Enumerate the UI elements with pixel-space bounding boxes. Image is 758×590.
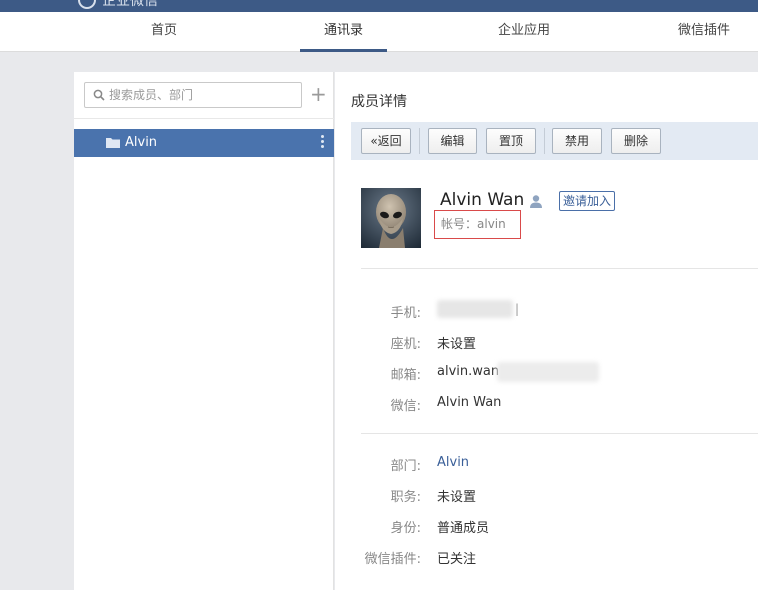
wecom-logo-icon [78, 0, 96, 9]
landline-value: 未设置 [437, 337, 477, 352]
phone-label: 手机: [390, 306, 421, 321]
identity-value: 普通成员 [437, 521, 490, 536]
add-member-button[interactable]: + [310, 84, 327, 106]
account-id-highlight: 帐号：alvin [434, 210, 521, 239]
department-link[interactable]: Alvin [437, 455, 469, 470]
position-value: 未设置 [437, 490, 477, 505]
tree-item-label: Alvin [125, 135, 158, 150]
pin-button[interactable]: 置顶 [486, 128, 536, 154]
search-icon [93, 89, 105, 101]
back-button[interactable]: «返回 [361, 128, 411, 154]
avatar [361, 188, 421, 248]
member-toolbar: «返回 编辑 置顶 禁用 删除 [351, 122, 758, 160]
member-detail-panel: 成员详情 «返回 编辑 置顶 禁用 删除 Alvin Wan 邀请加入 帐号：a… [335, 72, 758, 590]
email-label: 邮箱: [390, 368, 421, 383]
wechat-label: 微信: [390, 399, 421, 414]
identity-label: 身份: [390, 521, 421, 536]
delete-button[interactable]: 删除 [611, 128, 661, 154]
sidebar-divider [74, 118, 334, 119]
section-divider [361, 268, 758, 269]
disable-button[interactable]: 禁用 [552, 128, 602, 154]
phone-value-redacted: | [437, 300, 521, 318]
tree-item-department[interactable]: Alvin [74, 129, 334, 157]
search-input[interactable] [109, 86, 297, 104]
wechat-plugin-label: 微信插件: [364, 552, 421, 567]
invite-button[interactable]: 邀请加入 [559, 191, 615, 211]
section-divider [361, 433, 758, 434]
department-label: 部门: [390, 459, 421, 474]
email-value: alvin.wan [437, 364, 500, 379]
alien-avatar-image [361, 188, 421, 248]
toolbar-divider [544, 128, 545, 154]
email-redacted-blur [497, 362, 599, 382]
nav-tab-wechat-plugin[interactable]: 微信插件 [666, 12, 742, 52]
landline-label: 座机: [390, 337, 421, 352]
search-box[interactable] [84, 82, 302, 108]
nav-tab-home[interactable]: 首页 [130, 12, 198, 52]
contacts-sidebar: + Alvin [74, 72, 334, 590]
more-options-icon[interactable] [318, 134, 326, 152]
back-chevron-icon: « [370, 134, 378, 148]
wechat-value: Alvin Wan [437, 395, 502, 410]
member-name: Alvin Wan [440, 190, 525, 210]
person-icon [530, 195, 542, 208]
page-title: 成员详情 [351, 94, 407, 110]
edit-button[interactable]: 编辑 [428, 128, 477, 154]
account-value: alvin [477, 217, 506, 231]
folder-icon [106, 138, 120, 148]
top-header-bar: 企业微信 [0, 0, 758, 12]
toolbar-divider [419, 128, 420, 154]
app-logo[interactable]: 企业微信 [78, 0, 158, 9]
wechat-plugin-value: 已关注 [437, 552, 477, 567]
app-title: 企业微信 [102, 0, 158, 9]
main-nav: 首页 通讯录 企业应用 微信插件 [0, 12, 758, 52]
nav-tab-contacts[interactable]: 通讯录 [300, 12, 387, 52]
nav-tab-apps[interactable]: 企业应用 [480, 12, 568, 52]
account-label: 帐号： [441, 217, 478, 231]
position-label: 职务: [390, 490, 421, 505]
